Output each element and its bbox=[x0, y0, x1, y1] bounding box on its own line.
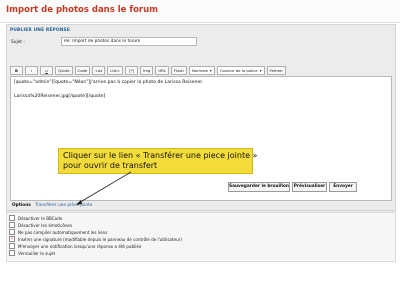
tab-attach-file[interactable]: Transférer une pièce jointe bbox=[35, 203, 92, 208]
checkbox[interactable] bbox=[9, 250, 15, 256]
option-disable-smilies[interactable]: Désactiver les émoticônes bbox=[9, 222, 72, 228]
submit-button[interactable]: Envoyer bbox=[329, 182, 357, 192]
option-label: Désactiver le BBCode bbox=[18, 215, 63, 221]
save-draft-button[interactable]: Sauvegarder le brouillon bbox=[228, 182, 290, 192]
action-bar: Sauvegarder le brouillon Prévisualiser E… bbox=[0, 180, 400, 194]
checkbox[interactable] bbox=[9, 243, 15, 249]
option-label: Verrouiller le sujet bbox=[18, 250, 56, 256]
option-label: Désactiver les émoticônes bbox=[18, 222, 73, 228]
options-list: Désactiver le BBCode Désactiver les émot… bbox=[6, 212, 396, 262]
checkbox[interactable] bbox=[9, 229, 15, 235]
options-tabs: Options Transférer une pièce jointe bbox=[6, 200, 394, 211]
checkbox[interactable] bbox=[9, 222, 15, 228]
option-disable-magic-url[interactable]: Ne pas compiler automatiquement les lien… bbox=[9, 229, 107, 235]
option-lock-topic[interactable]: Verrouiller le sujet bbox=[9, 250, 55, 256]
checkbox-checked[interactable]: ✓ bbox=[9, 236, 15, 242]
option-label: M'envoyer une notification lorsqu'une ré… bbox=[18, 243, 142, 249]
preview-button[interactable]: Prévisualiser bbox=[292, 182, 327, 192]
option-label: Insérer une signature (modifiable depuis… bbox=[18, 236, 183, 242]
option-disable-bbcode[interactable]: Désactiver le BBCode bbox=[9, 215, 62, 221]
option-label: Ne pas compiler automatiquement les lien… bbox=[18, 229, 108, 235]
option-attach-signature[interactable]: ✓ Insérer une signature (modifiable depu… bbox=[9, 236, 182, 242]
tab-options[interactable]: Options bbox=[12, 203, 31, 208]
checkbox[interactable] bbox=[9, 215, 15, 221]
option-notify[interactable]: M'envoyer une notification lorsqu'une ré… bbox=[9, 243, 141, 249]
